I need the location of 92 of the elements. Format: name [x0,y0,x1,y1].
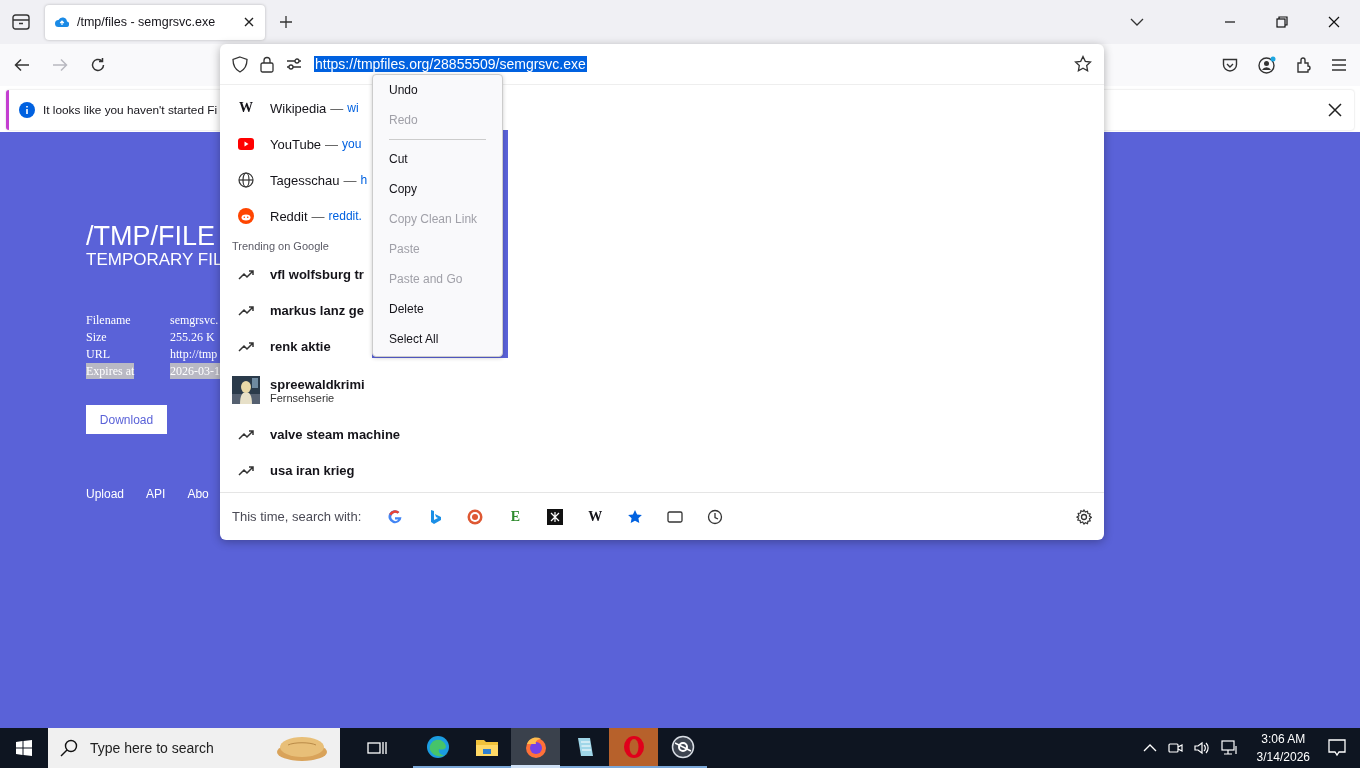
dash: — [325,136,339,152]
url-text[interactable]: https://tmpfiles.org/28855509/semgrsvc.exe [314,56,587,72]
trending-icon [238,340,254,352]
lock-icon[interactable] [260,55,274,73]
pocket-icon[interactable] [1222,57,1238,73]
chevron-down-icon[interactable] [1130,18,1144,26]
chevron-up-icon[interactable] [1142,744,1157,752]
permissions-icon[interactable] [286,57,302,71]
site-subtitle: TEMPORARY FIL [86,250,223,270]
download-button[interactable]: Download [86,405,167,434]
detail-value: semgrsvc. [170,312,219,328]
trending-search[interactable]: renk aktie [270,338,331,354]
globe-icon [238,172,254,188]
clock-icon[interactable] [707,508,724,525]
ecosia-icon[interactable]: E [507,508,524,525]
wikipedia-icon: W [238,100,254,116]
detail-label: Filename [86,312,131,328]
shield-icon[interactable] [232,55,248,73]
star-icon[interactable] [627,508,644,525]
suggestion-url[interactable]: you [342,137,362,151]
detail-label: Size [86,329,107,345]
menu-item[interactable]: Delete [373,294,502,324]
menu-item[interactable]: Copy [373,174,502,204]
trending-search[interactable]: spreewaldkrimi [270,376,365,392]
footer-link[interactable]: Abo [187,487,209,501]
info-icon [19,102,35,118]
app-gear-icon[interactable] [670,735,695,759]
menu-item[interactable]: Cut [373,144,502,174]
task-view-icon[interactable] [366,740,387,756]
menu-icon[interactable] [1332,59,1346,71]
dash: — [330,100,344,116]
dash: — [343,172,357,188]
browser-tab[interactable]: /tmp/files - semgrsvc.exe [45,4,265,40]
menu-item[interactable]: Select All [373,324,502,354]
back-icon[interactable] [14,58,30,72]
detail-value: http://tmp [170,346,218,362]
section-heading: Trending on Google [231,239,329,254]
windows-start-icon[interactable] [16,740,32,756]
duck-icon[interactable] [467,508,484,525]
trending-search[interactable]: vfl wolfsburg tr [270,266,364,282]
settings-icon[interactable] [1076,508,1092,525]
close-icon[interactable] [1328,103,1342,117]
bookmark-star-icon[interactable] [1074,55,1092,73]
trending-icon [238,268,254,280]
network-icon[interactable] [1220,740,1239,756]
account-icon[interactable] [1258,56,1276,74]
detail-value: 255.26 K [170,329,215,345]
tab-icon[interactable] [667,508,684,525]
suggestion-title[interactable]: Tagesschau [270,172,340,188]
notification-text: It looks like you haven't started Fi [43,103,218,117]
taskbar-search-field[interactable]: Type here to search [88,739,266,757]
suggestion-url[interactable]: h [360,173,368,187]
suggestion-title[interactable]: Reddit [270,208,308,224]
restore-icon[interactable] [1276,16,1288,28]
footer-link[interactable]: Upload [86,487,125,501]
taskbar-search-box[interactable]: Type here to search [48,728,340,768]
search-icon [60,739,78,757]
trending-icon [238,428,254,440]
camera-icon[interactable] [1166,740,1183,756]
suggestion-url[interactable]: reddit. [328,209,362,223]
close-icon[interactable] [1328,16,1340,28]
google-icon[interactable] [387,508,404,525]
site-title: /TMP/FILE [86,220,215,252]
speaker-icon[interactable] [1192,740,1211,756]
suggestion-title[interactable]: YouTube [270,136,322,152]
dark-square-icon[interactable] [547,508,564,525]
suggestion-subtitle: Fernsehserie [270,391,335,404]
clock-time[interactable]: 3:06 AM [1261,730,1306,748]
trending-icon [238,464,254,476]
trending-search[interactable]: markus lanz ge [270,302,364,318]
trending-icon [238,304,254,316]
wikipedia-icon[interactable]: W [587,508,604,525]
detail-label: URL [86,346,110,362]
cloud-upload-icon [55,16,69,28]
search-with-label: This time, search with: [232,509,362,524]
tab-list-icon[interactable] [12,14,30,30]
footer-link[interactable]: API [146,487,166,501]
reload-icon[interactable] [90,57,106,73]
clock-date[interactable]: 3/14/2026 [1256,748,1310,766]
reddit-icon [238,208,254,224]
notifications-icon[interactable] [1328,739,1346,757]
youtube-icon [238,136,254,152]
trending-search[interactable]: usa iran krieg [270,462,355,478]
suggestion-url[interactable]: wi [347,101,359,115]
new-tab-icon[interactable] [279,15,293,29]
detail-value: 2026-03-1 [170,363,220,379]
extensions-icon[interactable] [1296,57,1312,73]
edge-icon[interactable] [425,735,450,759]
close-icon[interactable] [243,16,255,28]
suggestion-title[interactable]: Wikipedia [270,100,327,116]
dash: — [311,208,325,224]
trending-search[interactable]: valve steam machine [270,426,401,442]
